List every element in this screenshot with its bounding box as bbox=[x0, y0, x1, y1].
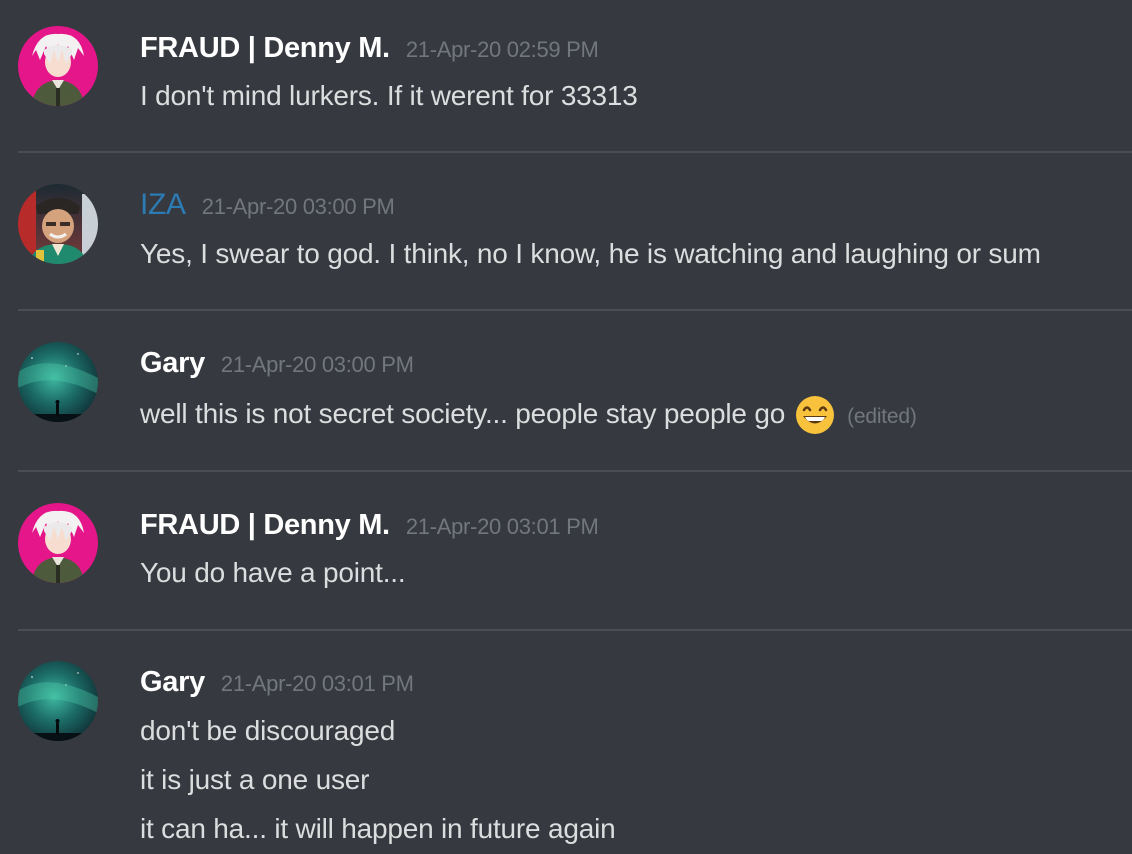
message-header: IZA 21-Apr-20 03:00 PM bbox=[140, 188, 395, 222]
timestamp: 21-Apr-20 03:00 PM bbox=[220, 352, 414, 377]
man-in-hat-avatar-icon[interactable] bbox=[18, 184, 98, 264]
message-group: Gary 21-Apr-20 03:01 PM don't be discour… bbox=[0, 631, 1132, 854]
aurora-sky-avatar-icon[interactable] bbox=[18, 661, 98, 741]
message-text: well this is not secret society... peopl… bbox=[140, 395, 917, 435]
message-group: IZA 21-Apr-20 03:00 PM Yes, I swear to g… bbox=[0, 153, 1132, 309]
message-text: I don't mind lurkers. If it werent for 3… bbox=[140, 80, 638, 111]
grinning-face-emoji-icon[interactable] bbox=[795, 395, 835, 435]
timestamp: 21-Apr-20 03:01 PM bbox=[405, 514, 599, 539]
message-text: it can ha... it will happen in future ag… bbox=[140, 813, 616, 844]
message-header: Gary 21-Apr-20 03:00 PM bbox=[140, 347, 414, 380]
message-group: FRAUD | Denny M. 21-Apr-20 03:01 PM You … bbox=[0, 472, 1132, 629]
anime-character-avatar-icon[interactable] bbox=[18, 26, 98, 106]
username[interactable]: Gary bbox=[140, 347, 205, 380]
anime-character-avatar-icon[interactable] bbox=[18, 503, 98, 583]
message-text: Yes, I swear to god. I think, no I know,… bbox=[140, 238, 1041, 269]
message-header: FRAUD | Denny M. 21-Apr-20 02:59 PM bbox=[140, 32, 599, 65]
aurora-sky-avatar-icon[interactable] bbox=[18, 342, 98, 422]
message-group: FRAUD | Denny M. 21-Apr-20 02:59 PM I do… bbox=[0, 0, 1132, 150]
message-list: FRAUD | Denny M. 21-Apr-20 02:59 PM I do… bbox=[0, 0, 1132, 854]
username[interactable]: FRAUD | Denny M. bbox=[140, 32, 390, 65]
username[interactable]: FRAUD | Denny M. bbox=[140, 509, 390, 542]
message-text: it is just a one user bbox=[140, 764, 370, 795]
message-text: don't be discouraged bbox=[140, 715, 396, 746]
message-header: Gary 21-Apr-20 03:01 PM bbox=[140, 666, 414, 699]
message-group: Gary 21-Apr-20 03:00 PM well this is not… bbox=[0, 311, 1132, 470]
message-text-content: well this is not secret society... peopl… bbox=[140, 398, 786, 429]
message-header: FRAUD | Denny M. 21-Apr-20 03:01 PM bbox=[140, 509, 599, 542]
username[interactable]: IZA bbox=[140, 188, 186, 222]
username[interactable]: Gary bbox=[140, 666, 205, 699]
timestamp: 21-Apr-20 03:00 PM bbox=[201, 194, 395, 219]
message-text: You do have a point... bbox=[140, 557, 406, 588]
timestamp: 21-Apr-20 03:01 PM bbox=[220, 671, 414, 696]
timestamp: 21-Apr-20 02:59 PM bbox=[405, 37, 599, 62]
edited-label: (edited) bbox=[847, 405, 917, 428]
